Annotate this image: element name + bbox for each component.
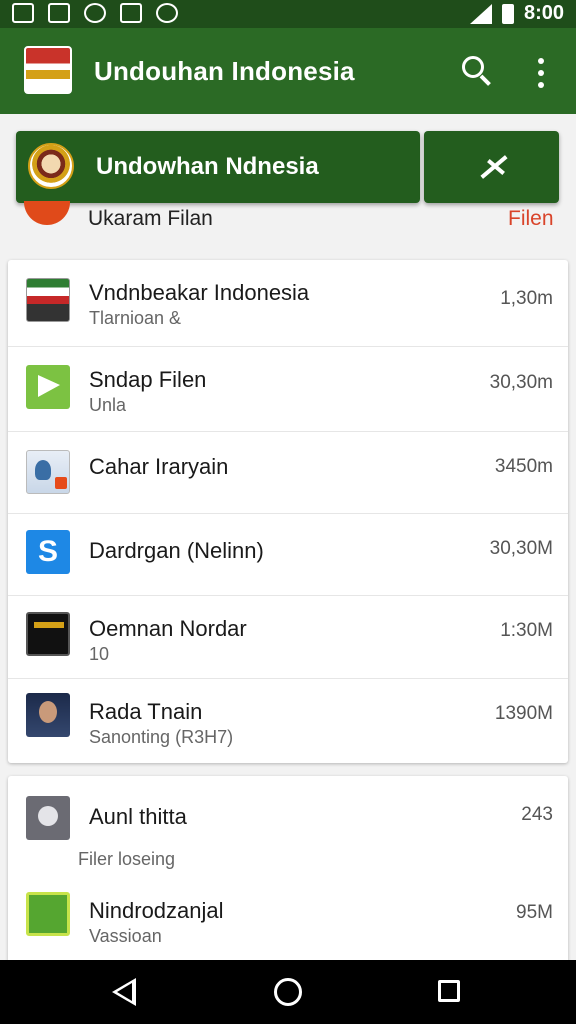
back-icon[interactable] — [112, 978, 136, 1006]
sync-notification-icon — [84, 3, 106, 23]
arrow-icon — [478, 153, 508, 181]
item-subtitle: Sanonting (R3H7) — [89, 727, 234, 747]
banner-action-button[interactable] — [424, 131, 559, 203]
item-size: 1:30M — [500, 620, 553, 641]
partially-hidden-item[interactable]: Ukaram Filan Filen — [0, 201, 576, 243]
emblem-icon — [28, 143, 74, 189]
item-size: 3450m — [494, 456, 553, 477]
item-subtitle: 10 — [89, 644, 110, 664]
dark-app-icon — [26, 612, 70, 656]
item-subtitle: Unla — [89, 395, 127, 415]
list-item[interactable]: Cahar Iraryain 3450m — [8, 432, 568, 513]
item-title: Nindrodzanjal — [89, 898, 224, 923]
list-item[interactable]: Oemnan Nordar 10 1:30M — [8, 596, 568, 678]
item-title: Oemnan Nordar — [89, 616, 247, 641]
item-logo-icon — [24, 201, 70, 225]
item-size: 1,30m — [500, 288, 553, 309]
battery-icon — [501, 3, 514, 24]
green-badge-icon — [26, 892, 70, 936]
list-item[interactable]: S Dardrgan (Nelinn) 30,30M — [8, 514, 568, 595]
item-title: Cahar Iraryain — [89, 454, 229, 479]
more-options-icon[interactable] — [536, 58, 546, 88]
item-title: Sndap Filen — [89, 367, 207, 392]
portrait-icon — [26, 693, 70, 737]
signal-icon — [469, 3, 492, 24]
list-item[interactable]: Nindrodzanjal Vassioan 95M — [8, 880, 568, 966]
toggle-app-icon — [26, 796, 70, 840]
item-subtitle: Filer loseing — [78, 849, 176, 869]
flag-app-icon — [26, 278, 70, 322]
clock: 8:00 — [523, 2, 564, 24]
item-title: Ukaram Filan — [88, 207, 213, 230]
recent-apps-icon[interactable] — [438, 980, 460, 1002]
item-size: 95M — [516, 902, 553, 923]
download-list-card: Vndnbeakar Indonesia Tlarnioan & 1,30m S… — [8, 260, 568, 763]
id-card-icon — [26, 450, 70, 494]
list-item[interactable]: Vndnbeakar Indonesia Tlarnioan & 1,30m — [8, 260, 568, 346]
home-icon[interactable] — [274, 978, 302, 1006]
banner-title: Undowhan Ndnesia — [96, 153, 319, 180]
app-logo-icon — [24, 46, 72, 94]
app-notification-icon — [156, 3, 178, 23]
photo-notification-icon — [48, 3, 70, 23]
notification-icons — [12, 3, 178, 23]
image-notification-icon — [12, 3, 34, 23]
calendar-notification-icon — [120, 3, 142, 23]
status-bar: 8:00 — [0, 0, 576, 28]
play-icon — [26, 365, 70, 409]
secondary-list-card: Aunl thitta Filer loseing 243 Nindrodzan… — [8, 776, 568, 966]
item-title: Rada Tnain — [89, 699, 203, 724]
item-size: 30,30m — [489, 372, 553, 393]
item-title: Dardrgan (Nelinn) — [89, 538, 264, 563]
system-icons: 8:00 — [469, 2, 564, 25]
featured-banner[interactable]: Undowhan Ndnesia — [16, 131, 420, 203]
item-subtitle: Tlarnioan & — [89, 308, 182, 328]
list-item[interactable]: Aunl thitta Filer loseing 243 — [8, 776, 568, 880]
item-title: Aunl thitta — [89, 804, 187, 829]
s-app-icon: S — [26, 530, 70, 574]
search-icon[interactable] — [462, 56, 492, 86]
item-subtitle: Vassioan — [89, 926, 162, 946]
item-tag: Filen — [508, 207, 554, 230]
item-size: 30,30M — [489, 538, 553, 559]
app-title: Undouhan Indonesia — [94, 56, 355, 86]
item-size: 243 — [521, 804, 553, 825]
item-size: 1390M — [494, 703, 553, 724]
list-item[interactable]: Rada Tnain Sanonting (R3H7) 1390M — [8, 679, 568, 763]
app-bar: Undouhan Indonesia — [0, 28, 576, 114]
item-title: Vndnbeakar Indonesia — [89, 280, 310, 305]
list-item[interactable]: Sndap Filen Unla 30,30m — [8, 347, 568, 431]
navigation-bar — [0, 960, 576, 1024]
